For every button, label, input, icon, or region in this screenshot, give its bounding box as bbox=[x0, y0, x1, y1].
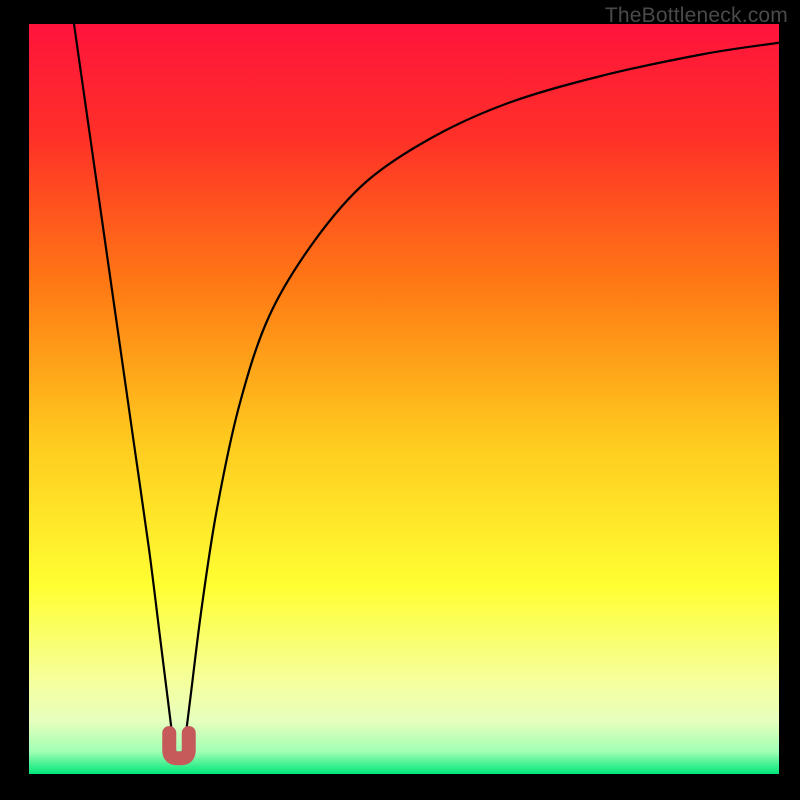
plot-area bbox=[29, 24, 779, 774]
watermark-text: TheBottleneck.com bbox=[605, 4, 788, 28]
gradient-background bbox=[29, 24, 779, 774]
chart-frame: TheBottleneck.com bbox=[0, 0, 800, 800]
plot-svg bbox=[29, 24, 779, 774]
